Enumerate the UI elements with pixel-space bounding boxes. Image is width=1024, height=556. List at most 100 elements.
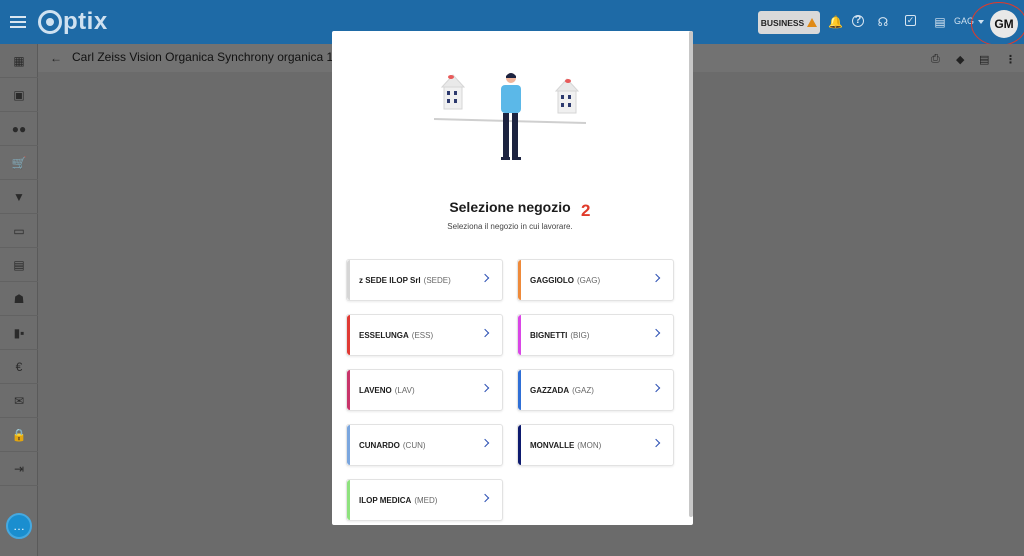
calendar-icon: ▣ xyxy=(13,87,25,102)
chevron-right-icon xyxy=(480,273,490,283)
sidebar-item-customers[interactable]: ●● xyxy=(0,112,38,146)
modal-title-text: Selezione negozio xyxy=(449,199,571,215)
store-card-cun[interactable]: CUNARDO (CUN) xyxy=(346,424,503,466)
more-vert-icon[interactable]: ⋮ xyxy=(1005,53,1016,66)
help-icon[interactable]: ? xyxy=(852,15,864,27)
store-code: (GAG) xyxy=(577,275,601,285)
store-name: MONVALLE xyxy=(530,440,575,450)
store-code: (BIG) xyxy=(570,330,590,340)
store-color-bar xyxy=(347,370,350,410)
sidebar-item-mail[interactable]: ✉ xyxy=(0,384,38,418)
sidebar: ▦ ▣ ●● 🛒 ▼ ▭ ▤ ☗ ▮▪ € ✉ 🔒 ⇥ xyxy=(0,44,38,556)
shield-icon: ▼ xyxy=(13,189,25,204)
cart-icon: 🛒 xyxy=(11,155,27,170)
mail-icon: ✉ xyxy=(13,393,25,408)
store-name: ILOP MEDICA xyxy=(359,495,412,505)
store-color-bar xyxy=(347,260,350,300)
store-code: (LAV) xyxy=(394,385,415,395)
logo-text: ptix xyxy=(63,8,108,35)
store-color-bar xyxy=(518,425,521,465)
sidebar-item-dashboard[interactable]: ▦ xyxy=(0,44,38,78)
chevron-right-icon xyxy=(651,328,661,338)
modal-title: Selezione negozio xyxy=(332,199,688,215)
store-code: (CUN) xyxy=(402,440,426,450)
chevron-right-icon xyxy=(480,438,490,448)
logout-icon: ⇥ xyxy=(13,461,25,476)
store-name: ESSELUNGA xyxy=(359,330,409,340)
hamburger-menu-icon[interactable] xyxy=(10,13,26,31)
store-selection-modal: Selezione negozio 2 Seleziona il negozio… xyxy=(332,31,693,525)
sidebar-item-truck[interactable]: ▮▪ xyxy=(0,316,38,350)
store-name: GAGGIOLO xyxy=(530,275,574,285)
sidebar-item-cart[interactable]: 🛒 xyxy=(0,146,38,180)
dashboard-icon: ▦ xyxy=(13,53,25,68)
sidebar-item-shield[interactable]: ▼ xyxy=(0,180,38,214)
sidebar-item-calendar[interactable]: ▣ xyxy=(0,78,38,112)
chevron-right-icon xyxy=(480,383,490,393)
annotation-number-2: 2 xyxy=(581,201,591,220)
store-card-big[interactable]: BIGNETTI (BIG) xyxy=(517,314,674,356)
chevron-right-icon xyxy=(651,383,661,393)
chevron-right-icon xyxy=(651,273,661,283)
store-color-bar xyxy=(347,315,350,355)
store-code: (MON) xyxy=(577,440,602,450)
notes-icon[interactable]: ▤ xyxy=(979,53,989,66)
store-code: (GAZ) xyxy=(572,385,594,395)
store-card-lav[interactable]: LAVENO (LAV) xyxy=(346,369,503,411)
headset-icon[interactable]: ☊ xyxy=(876,15,890,29)
illustration-scale-icon xyxy=(433,73,587,160)
print-icon[interactable]: ⎙ xyxy=(931,53,940,66)
plan-badge[interactable]: BUSINESS xyxy=(758,11,820,34)
card-icon: ▭ xyxy=(13,223,25,238)
lock-icon: 🔒 xyxy=(11,427,27,442)
bell-icon[interactable]: 🔔 xyxy=(828,15,843,29)
store-card-med[interactable]: ILOP MEDICA (MED) xyxy=(346,479,503,521)
chevron-right-icon xyxy=(651,438,661,448)
tag-icon[interactable]: ◆ xyxy=(956,53,964,66)
sidebar-item-logout[interactable]: ⇥ xyxy=(0,452,38,486)
warning-icon xyxy=(807,18,818,27)
store-card-gag[interactable]: GAGGIOLO (GAG) xyxy=(517,259,674,301)
store-card-mon[interactable]: MONVALLE (MON) xyxy=(517,424,674,466)
app-logo[interactable]: ptix xyxy=(38,8,108,36)
store-code: (ESS) xyxy=(411,330,434,340)
sidebar-item-euro[interactable]: € xyxy=(0,350,38,384)
annotation-circle xyxy=(971,2,1024,46)
euro-icon: € xyxy=(15,359,23,374)
chevron-right-icon xyxy=(480,328,490,338)
store-code: (MED) xyxy=(414,495,438,505)
chevron-right-icon xyxy=(480,493,490,503)
store-color-bar xyxy=(518,370,521,410)
sidebar-item-register[interactable]: ☗ xyxy=(0,282,38,316)
store-card-gaz[interactable]: GAZZADA (GAZ) xyxy=(517,369,674,411)
truck-icon: ▮▪ xyxy=(13,325,25,340)
sidebar-item-card[interactable]: ▭ xyxy=(0,214,38,248)
store-name: LAVENO xyxy=(359,385,392,395)
store-code: (SEDE) xyxy=(423,275,451,285)
tasks-icon[interactable]: ✓ xyxy=(905,15,916,26)
store-card-ess[interactable]: ESSELUNGA (ESS) xyxy=(346,314,503,356)
store-color-bar xyxy=(518,260,521,300)
store-name: z SEDE ILOP Srl xyxy=(359,275,421,285)
chat-icon: … xyxy=(13,519,25,533)
sidebar-item-lock[interactable]: 🔒 xyxy=(0,418,38,452)
page-title: Carl Zeiss Vision Organica Synchrony org… xyxy=(72,50,334,64)
store-icon[interactable]: ▤ xyxy=(933,15,947,29)
chat-button[interactable]: … xyxy=(6,513,32,539)
plan-badge-label: BUSINESS xyxy=(760,17,805,28)
store-color-bar xyxy=(518,315,521,355)
logo-mark xyxy=(38,10,62,34)
store-name: BIGNETTI xyxy=(530,330,568,340)
store-card-sede[interactable]: z SEDE ILOP Srl (SEDE) xyxy=(346,259,503,301)
sidebar-item-document[interactable]: ▤ xyxy=(0,248,38,282)
store-color-bar xyxy=(347,425,350,465)
document-icon: ▤ xyxy=(13,257,25,272)
modal-subtitle: Seleziona il negozio in cui lavorare. xyxy=(447,222,573,231)
back-arrow-icon[interactable]: ← xyxy=(50,51,62,65)
store-color-bar xyxy=(347,480,350,520)
modal-scrollbar[interactable] xyxy=(689,31,693,517)
store-name: GAZZADA xyxy=(530,385,570,395)
store-name: CUNARDO xyxy=(359,440,400,450)
customers-icon: ●● xyxy=(11,121,27,136)
register-icon: ☗ xyxy=(13,291,25,306)
